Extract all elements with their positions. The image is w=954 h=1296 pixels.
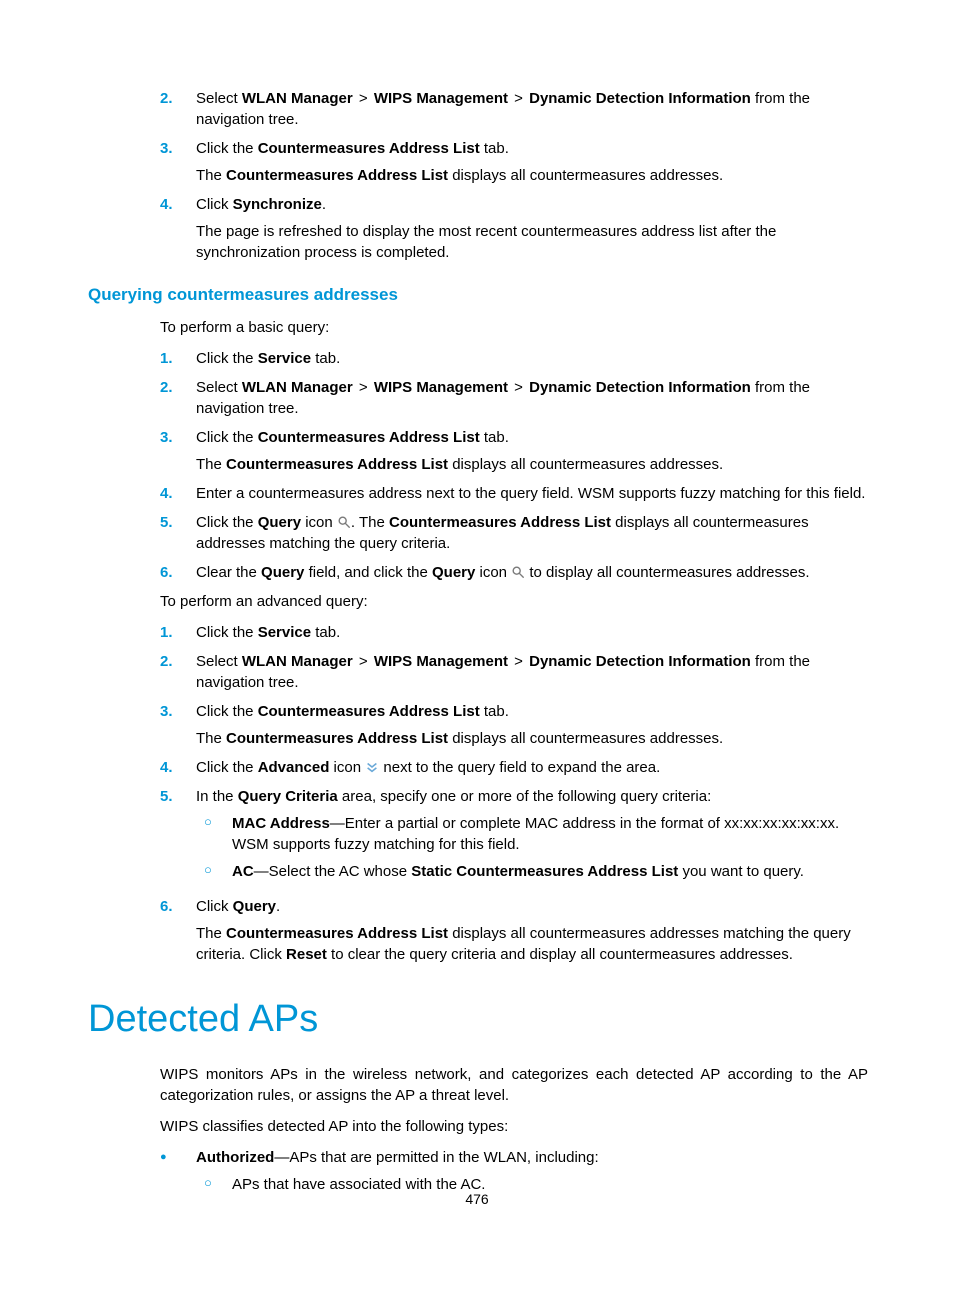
circle-bullet-icon: ○	[196, 813, 232, 855]
adv-step-5-sub-1: ○ MAC Address—Enter a partial or complet…	[196, 813, 868, 855]
basic-step-3: 3. Click the Countermeasures Address Lis…	[88, 427, 868, 475]
adv-query-intro: To perform an advanced query:	[88, 591, 868, 612]
page-number: 476	[0, 1190, 954, 1210]
adv-step-2: 2. Select WLAN Manager > WIPS Management…	[88, 651, 868, 693]
step-3: 3. Click the Countermeasures Address Lis…	[88, 138, 868, 186]
step-number: 2.	[88, 88, 196, 130]
step-body: Select WLAN Manager > WIPS Management > …	[196, 88, 868, 130]
basic-query-intro: To perform a basic query:	[88, 317, 868, 338]
step-4: 4. Click Synchronize. The page is refres…	[88, 194, 868, 263]
basic-step-6: 6. Clear the Query field, and click the …	[88, 562, 868, 583]
basic-step-5: 5. Click the Query icon . The Countermea…	[88, 512, 868, 554]
step-number: 4.	[88, 194, 196, 263]
detected-bullet-authorized: ● Authorized—APs that are permitted in t…	[88, 1147, 868, 1195]
adv-step-3: 3. Click the Countermeasures Address Lis…	[88, 701, 868, 749]
circle-bullet-icon: ○	[196, 861, 232, 882]
step-body: Click the Countermeasures Address List t…	[196, 138, 868, 186]
adv-step-1: 1. Click the Service tab.	[88, 622, 868, 643]
section-heading-querying: Querying countermeasures addresses	[88, 283, 868, 307]
detected-para-2: WIPS classifies detected AP into the fol…	[88, 1116, 868, 1137]
page-content: 2. Select WLAN Manager > WIPS Management…	[88, 88, 868, 1201]
adv-step-5-sub-2: ○ AC—Select the AC whose Static Counterm…	[196, 861, 868, 882]
adv-step-4: 4. Click the Advanced icon next to the q…	[88, 757, 868, 778]
bullet-icon: ●	[160, 1147, 196, 1195]
basic-step-1: 1. Click the Service tab.	[88, 348, 868, 369]
adv-step-6: 6. Click Query. The Countermeasures Addr…	[88, 896, 868, 965]
basic-step-2: 2. Select WLAN Manager > WIPS Management…	[88, 377, 868, 419]
search-icon	[337, 514, 351, 528]
expand-icon	[365, 759, 379, 773]
adv-step-5: 5. In the Query Criteria area, specify o…	[88, 786, 868, 888]
detected-para-1: WIPS monitors APs in the wireless networ…	[88, 1064, 868, 1106]
step-body: Click Synchronize. The page is refreshed…	[196, 194, 868, 263]
section-heading-detected-aps: Detected APs	[88, 993, 868, 1046]
step-number: 3.	[88, 138, 196, 186]
search-icon	[511, 564, 525, 578]
basic-step-4: 4. Enter a countermeasures address next …	[88, 483, 868, 504]
step-2: 2. Select WLAN Manager > WIPS Management…	[88, 88, 868, 130]
